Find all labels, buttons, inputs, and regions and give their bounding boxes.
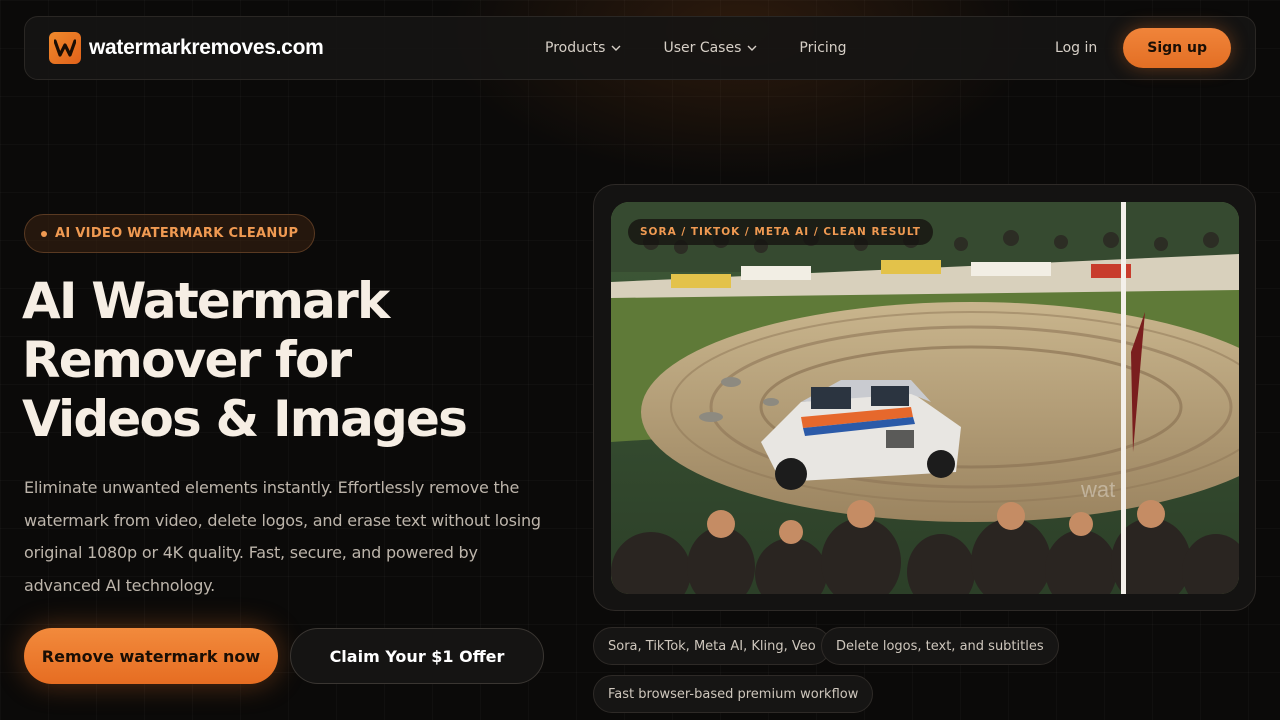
nav-products-label: Products	[545, 40, 606, 56]
hero-description: Eliminate unwanted elements instantly. E…	[24, 478, 541, 595]
nav-pricing[interactable]: Pricing	[799, 40, 846, 56]
preview-label: SORA / TIKTOK / META AI / CLEAN RESULT	[628, 219, 933, 245]
brand-name: watermarkremoves.com	[89, 36, 324, 59]
preview-card: wat SORA / TIKTOK / META AI / CLEAN RESU…	[593, 184, 1256, 611]
feature-pill: Fast browser-based premium workflow	[593, 675, 874, 713]
nav-user-cases[interactable]: User Cases	[663, 40, 757, 56]
hero-badge-text: AI VIDEO WATERMARK CLEANUP	[55, 226, 299, 241]
feature-pill: Sora, TikTok, Meta AI, Kling, Veo	[593, 627, 831, 665]
claim-offer-button[interactable]: Claim Your $1 Offer	[290, 628, 544, 684]
remove-watermark-button[interactable]: Remove watermark now	[24, 628, 278, 684]
logo-w-icon	[49, 32, 81, 64]
hero-title-line: AI Watermark	[22, 272, 390, 330]
nav-user-cases-label: User Cases	[663, 40, 742, 56]
nav-links: Products User Cases Pricing	[545, 17, 847, 79]
badge-dot-icon	[41, 230, 47, 237]
hero-badge: AI VIDEO WATERMARK CLEANUP	[24, 214, 316, 253]
hero-title: AI Watermark Remover for Videos & Images	[22, 272, 562, 449]
brand-logo[interactable]: watermarkremoves.com	[49, 32, 324, 64]
hero-title-line: Remover for	[22, 331, 352, 389]
nav-pricing-label: Pricing	[799, 40, 847, 56]
preview-image: wat SORA / TIKTOK / META AI / CLEAN RESU…	[611, 202, 1239, 594]
watermark-ghost: wat	[1080, 477, 1115, 502]
nav-products[interactable]: Products	[545, 40, 621, 56]
chevron-down-icon	[611, 45, 621, 51]
nav-actions: Log in Sign up	[1055, 17, 1231, 79]
hero-title-line: Videos & Images	[22, 390, 468, 448]
top-navbar: watermarkremoves.com Products User Cases…	[24, 16, 1256, 80]
login-link[interactable]: Log in	[1055, 40, 1097, 56]
chevron-down-icon	[747, 45, 757, 51]
signup-button[interactable]: Sign up	[1123, 28, 1231, 68]
feature-pill: Delete logos, text, and subtitles	[821, 627, 1059, 665]
